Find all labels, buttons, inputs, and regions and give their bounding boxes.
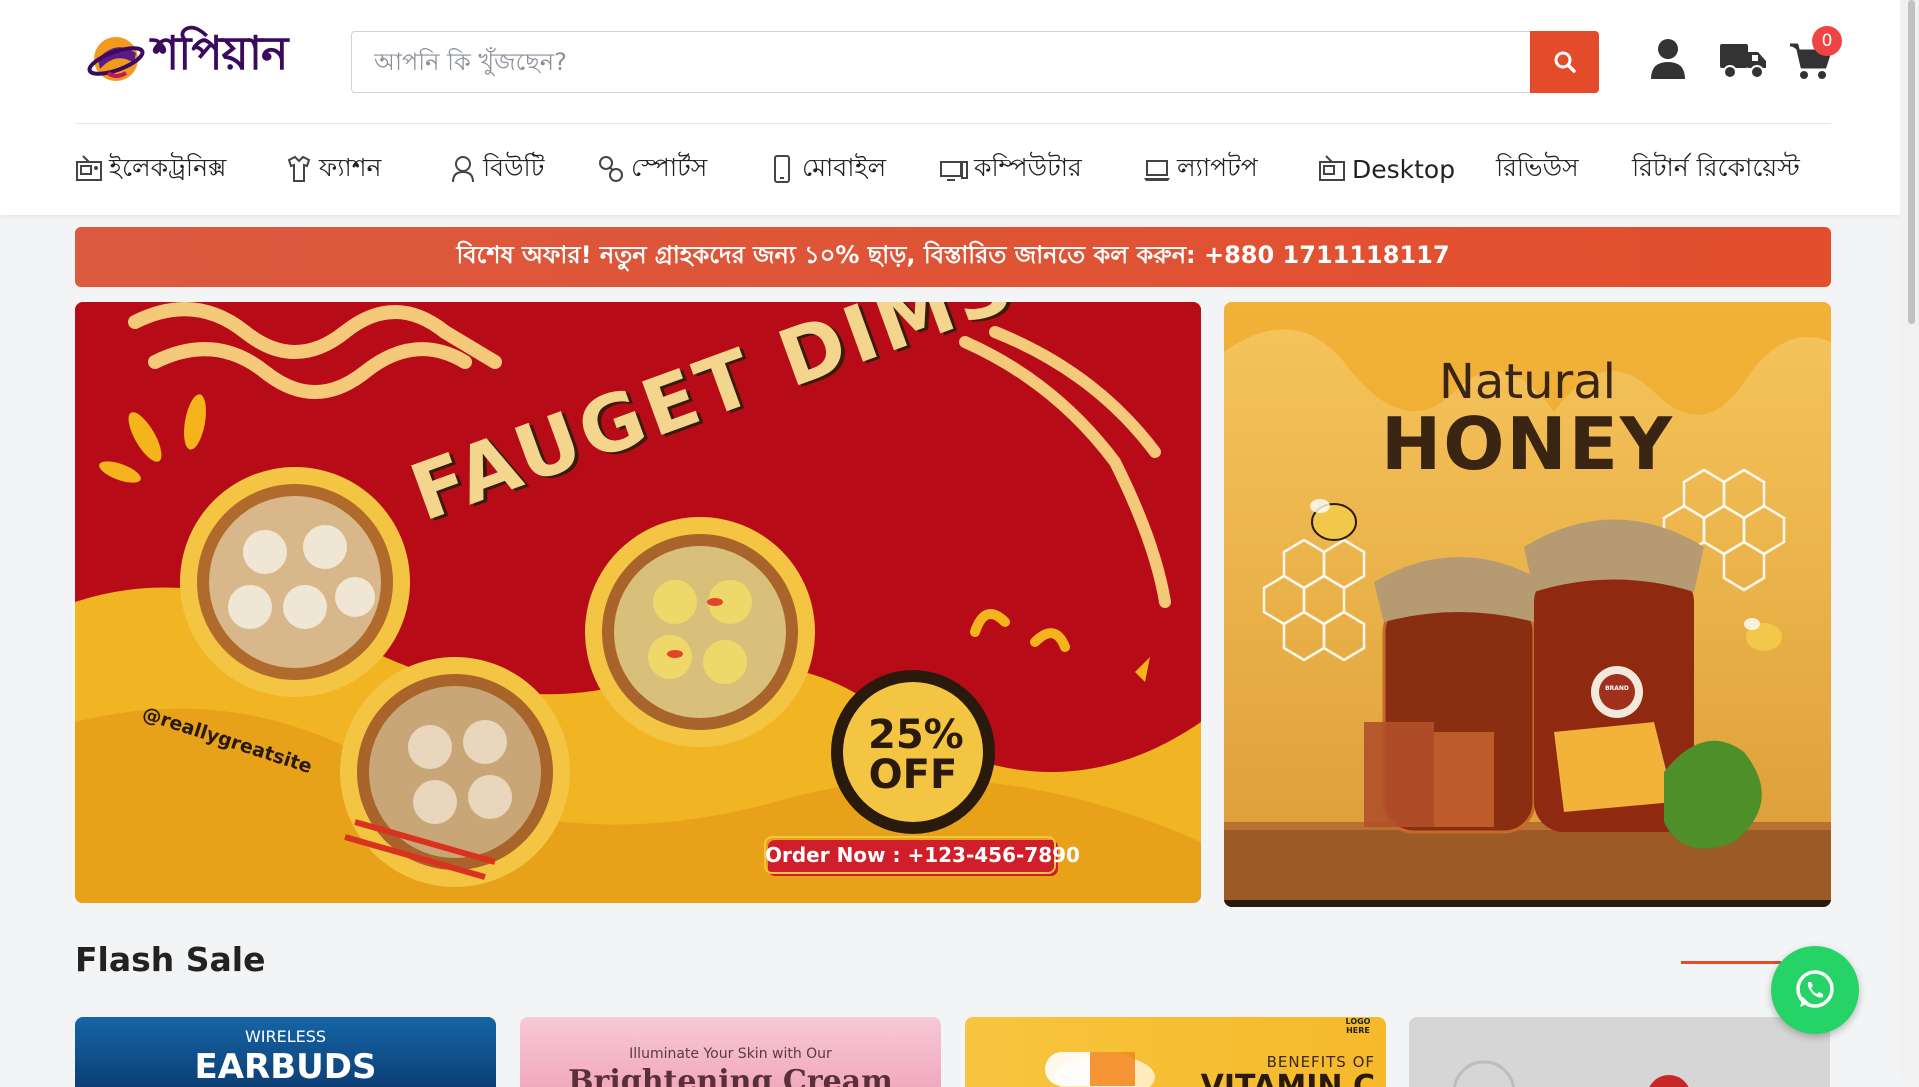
mobile-icon: [774, 155, 790, 183]
discount-off: OFF: [868, 752, 958, 798]
nav-label: Desktop: [1352, 154, 1456, 184]
truck-icon: [1720, 44, 1766, 79]
cart-count-badge: 0: [1812, 26, 1842, 56]
header-divider: [75, 123, 1831, 124]
nav-label: বিউটি: [483, 152, 545, 182]
search-icon: [1554, 51, 1576, 73]
whatsapp-chat-button[interactable]: [1771, 946, 1859, 1034]
product-card-earbuds[interactable]: WIRELESS EARBUDS: [75, 1017, 496, 1087]
card-logo-text: LOGO HERE: [1345, 1017, 1371, 1035]
laptop-icon: [1144, 160, 1170, 181]
search-bar: [351, 31, 1599, 93]
honey-title: HONEY: [1380, 402, 1675, 486]
search-input[interactable]: [352, 32, 1522, 92]
flash-sale-title: Flash Sale: [75, 940, 266, 979]
nav-label: রিটার্ন রিকোয়েস্ট: [1632, 152, 1800, 182]
card-main-text: VITAMIN C: [1200, 1069, 1375, 1087]
nav-item-beauty[interactable]: বিউটি: [449, 148, 544, 190]
nav-label: স্পোর্টস: [631, 152, 708, 182]
sports-icon: [599, 156, 623, 182]
account-button[interactable]: [1650, 38, 1686, 84]
computer-icon: [940, 161, 968, 181]
nav-item-laptop[interactable]: ল্যাপটপ: [1143, 148, 1258, 190]
search-button[interactable]: [1530, 31, 1599, 93]
site-header: শপিয়ান 0: [0, 0, 1900, 215]
jar-brand-label: BRAND: [1605, 685, 1629, 692]
fashion-icon: [287, 155, 311, 182]
logo-globe-icon: [87, 37, 145, 81]
card-top-text: Illuminate Your Skin with Our: [629, 1046, 832, 1062]
site-logo[interactable]: শপিয়ান: [86, 26, 326, 88]
card-main-text: EARBUDS: [194, 1047, 377, 1087]
nav-item-sports[interactable]: স্পোর্টস: [597, 148, 707, 190]
nav-label: মোবাইল: [802, 152, 887, 182]
nav-item-return-request[interactable]: রিটার্ন রিকোয়েস্ট: [1632, 148, 1800, 190]
nav-label: কম্পিউটার: [974, 152, 1082, 182]
product-image: [1452, 1060, 1689, 1087]
order-now-text: Order Now : +123-456-7890: [765, 843, 1080, 867]
honey-banner[interactable]: Natural HONEY BRAND: [1224, 302, 1831, 907]
track-order-button[interactable]: [1719, 42, 1767, 84]
logo-text: শপিয়ান: [152, 26, 288, 80]
nav-item-desktop[interactable]: Desktop: [1318, 148, 1455, 190]
nav-label: রিভিউস: [1496, 152, 1579, 182]
promo-banner[interactable]: বিশেষ অফার! নতুন গ্রাহকদের জন্য ১০% ছাড়…: [75, 227, 1831, 287]
nav-item-computer[interactable]: কম্পিউটার: [940, 148, 1082, 190]
nav-label: ল্যাপটপ: [1177, 152, 1258, 182]
card-main-text: Brightening Cream: [568, 1064, 893, 1087]
category-nav: ইলেকট্রনিক্স ফ্যাশন বিউটি স্পোর্টস মোবাই…: [75, 148, 1835, 190]
product-card-4[interactable]: [1409, 1017, 1830, 1087]
card-top-text: WIRELESS: [244, 1027, 327, 1046]
user-icon: [1651, 39, 1685, 79]
product-card-vitamin-c[interactable]: LOGO HERE BENEFITS OF VITAMIN C: [965, 1017, 1386, 1087]
nav-item-mobile[interactable]: মোবাইল: [768, 148, 886, 190]
nav-label: ফ্যাশন: [319, 152, 382, 182]
nav-item-electronics[interactable]: ইলেকট্রনিক্স: [75, 148, 226, 190]
flash-sale-underline: [1681, 961, 1781, 964]
nav-label: ইলেকট্রনিক্স: [109, 152, 227, 182]
nav-item-fashion[interactable]: ফ্যাশন: [285, 148, 381, 190]
electronics-icon: [76, 155, 102, 181]
product-card-brightening-cream[interactable]: Illuminate Your Skin with Our Brightenin…: [520, 1017, 941, 1087]
scrollbar-thumb[interactable]: [1908, 0, 1915, 324]
desktop-icon: [1319, 155, 1345, 181]
dimsum-banner[interactable]: FAUGET DIMSUM @reallygreatsite 25% OFF O…: [75, 302, 1201, 903]
beauty-icon: [452, 156, 474, 183]
whatsapp-icon: [1796, 970, 1834, 1008]
nav-item-reviews[interactable]: রিভিউস: [1496, 148, 1579, 190]
